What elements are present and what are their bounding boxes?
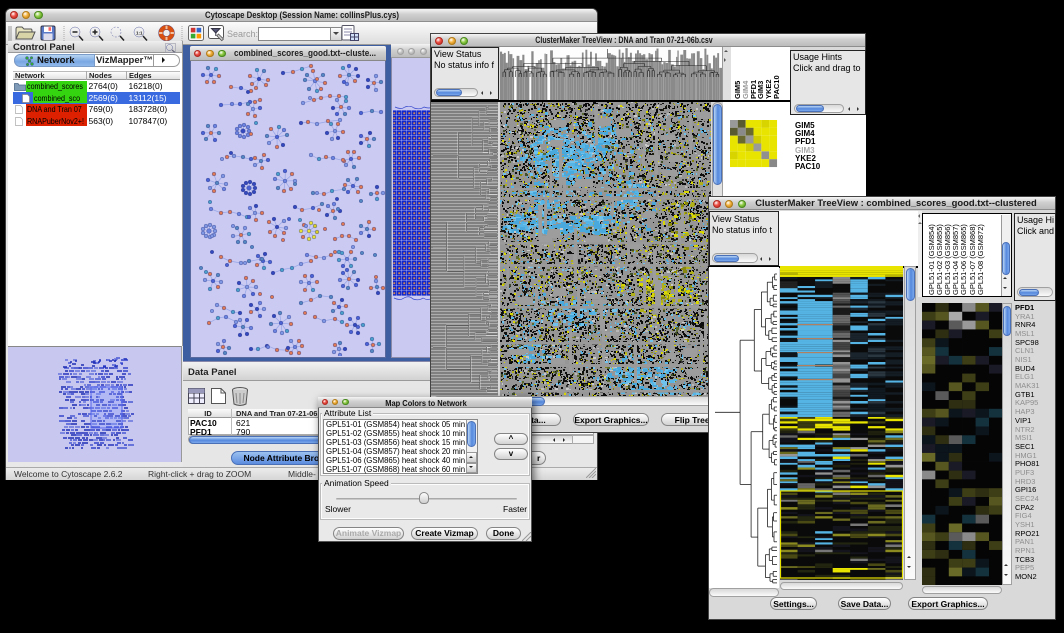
svg-text:1:1: 1:1 xyxy=(136,31,143,36)
